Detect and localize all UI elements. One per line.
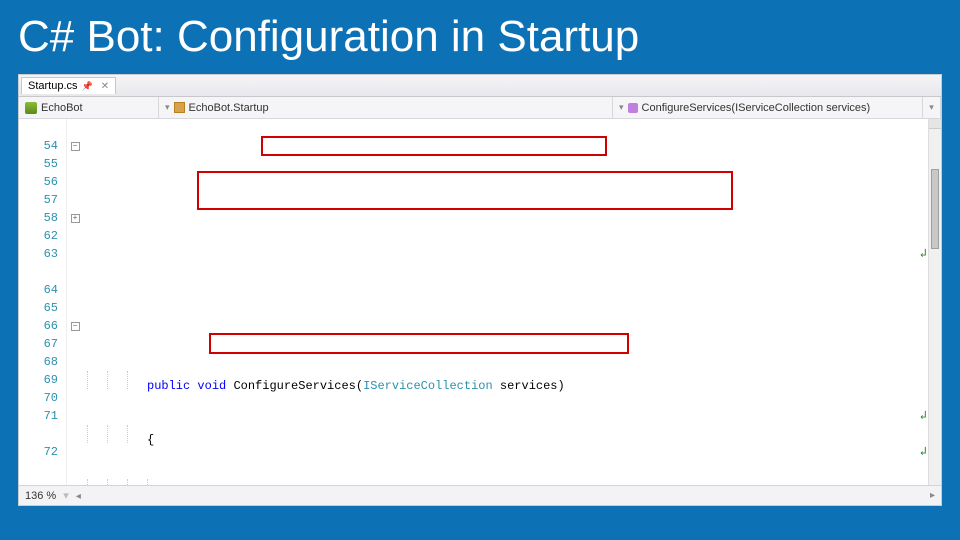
word-wrap-icon: ↲ xyxy=(920,443,927,461)
project-dropdown[interactable]: EchoBot xyxy=(19,97,159,118)
word-wrap-icon: ↲ xyxy=(920,407,927,425)
scroll-left-icon[interactable]: ◂ xyxy=(76,491,81,502)
member-nav-arrow[interactable]: ▾ xyxy=(923,97,941,118)
outlining-margin[interactable]: − + − xyxy=(67,119,83,485)
scrollbar-thumb[interactable] xyxy=(931,169,939,249)
navigation-bar: EchoBot ▾ EchoBot.Startup ▾ ConfigureSer… xyxy=(19,97,941,119)
method-icon xyxy=(628,103,638,113)
member-name: ConfigureServices(IServiceCollection ser… xyxy=(642,102,871,114)
tab-label: Startup.cs xyxy=(28,80,78,92)
csharp-project-icon xyxy=(25,102,37,114)
highlight-load xyxy=(209,333,629,354)
file-tab-startup[interactable]: Startup.cs 📌 ✕ xyxy=(21,77,116,94)
fold-toggle-icon[interactable]: + xyxy=(71,214,80,223)
highlight-getsection xyxy=(197,171,733,210)
vertical-scrollbar[interactable] xyxy=(928,119,941,485)
code-line xyxy=(87,317,941,335)
pin-icon[interactable]: 📌 xyxy=(82,81,93,92)
editor-status-bar: 136 % ▾ ◂ ▸ xyxy=(19,485,941,505)
slide-title: C# Bot: Configuration in Startup xyxy=(18,12,942,62)
code-line: public void ConfigureServices(IServiceCo… xyxy=(87,371,941,389)
splitter-handle[interactable] xyxy=(929,119,941,129)
close-tab-icon[interactable]: ✕ xyxy=(101,81,109,92)
class-icon xyxy=(174,102,185,113)
zoom-level[interactable]: 136 % xyxy=(25,490,56,502)
scroll-right-icon[interactable]: ▸ xyxy=(930,490,935,501)
class-dropdown[interactable]: ▾ EchoBot.Startup xyxy=(159,97,613,118)
dropdown-arrow-icon: ▾ xyxy=(619,102,624,113)
dropdown-arrow-icon: ▾ xyxy=(165,102,170,113)
code-editor[interactable]: 54 55 56 57 58 62 63 64 65 66 67 68 69 7… xyxy=(19,119,941,485)
line-number-gutter: 54 55 56 57 58 62 63 64 65 66 67 68 69 7… xyxy=(19,119,67,485)
highlight-configureservices xyxy=(261,136,607,156)
class-name: EchoBot.Startup xyxy=(189,102,269,114)
document-tab-bar: Startup.cs 📌 ✕ xyxy=(19,75,941,97)
word-wrap-icon: ↲ xyxy=(920,245,927,263)
member-dropdown[interactable]: ▾ ConfigureServices(IServiceCollection s… xyxy=(613,97,923,118)
code-line: { xyxy=(87,425,941,443)
fold-toggle-icon[interactable]: − xyxy=(71,142,80,151)
project-name: EchoBot xyxy=(41,102,83,114)
visual-studio-editor: Startup.cs 📌 ✕ EchoBot ▾ EchoBot.Startup… xyxy=(18,74,942,506)
code-area[interactable]: ↲ ↲ ↲ public void ConfigureServices(ISer… xyxy=(83,119,941,485)
fold-toggle-icon[interactable]: − xyxy=(71,322,80,331)
dropdown-arrow-icon: ▾ xyxy=(929,102,934,113)
